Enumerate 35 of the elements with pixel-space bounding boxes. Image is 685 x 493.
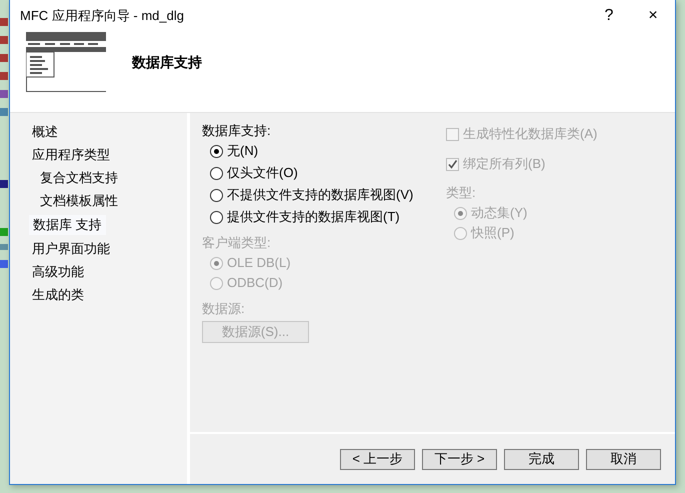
radio-label: 动态集(Y) xyxy=(471,205,528,221)
radio-label: 无(N) xyxy=(227,143,258,159)
help-button[interactable]: ? xyxy=(587,0,631,32)
radio-label: 快照(P) xyxy=(471,225,514,241)
radio-button[interactable] xyxy=(210,166,223,180)
page-heading: 数据库支持 xyxy=(132,54,202,72)
nav-item[interactable]: 复合文档支持 xyxy=(38,169,120,187)
nav-item[interactable]: 文档模板属性 xyxy=(38,192,120,210)
radio-label: OLE DB(L) xyxy=(227,255,291,271)
checkbox-label: 绑定所有列(B) xyxy=(463,155,546,173)
window-title: MFC 应用程序向导 - md_dlg xyxy=(20,7,185,25)
group-label: 客户端类型: xyxy=(202,235,272,251)
wizard-button[interactable]: 取消 xyxy=(586,448,661,470)
nav-item[interactable]: 概述 xyxy=(30,123,60,141)
radio-label: 不提供文件支持的数据库视图(V) xyxy=(227,187,414,203)
group-label: 数据源: xyxy=(202,301,246,317)
nav-item[interactable]: 生成的类 xyxy=(30,286,86,304)
wizard-button[interactable]: 完成 xyxy=(504,448,579,470)
radio-button[interactable] xyxy=(210,210,223,224)
radio-label: ODBC(D) xyxy=(227,275,283,291)
close-button[interactable]: × xyxy=(631,0,675,32)
window-icon xyxy=(26,32,106,92)
wizard-button[interactable]: < 上一步 xyxy=(340,448,415,470)
checkbox-label: 生成特性化数据库类(A) xyxy=(463,125,598,143)
radio-button[interactable] xyxy=(210,144,223,158)
nav-item[interactable]: 用户界面功能 xyxy=(30,240,112,258)
group-label: 类型: xyxy=(446,185,477,201)
wizard-button[interactable]: 下一步 > xyxy=(422,448,497,470)
radio-label: 仅头文件(O) xyxy=(227,165,298,181)
radio-label: 提供文件支持的数据库视图(T) xyxy=(227,209,400,225)
nav-item[interactable]: 应用程序类型 xyxy=(30,146,112,164)
group-label: 数据库支持: xyxy=(202,123,272,139)
nav-item[interactable]: 数据库 支持 xyxy=(29,215,106,235)
radio-button[interactable] xyxy=(210,188,223,202)
nav-item[interactable]: 高级功能 xyxy=(30,263,86,281)
